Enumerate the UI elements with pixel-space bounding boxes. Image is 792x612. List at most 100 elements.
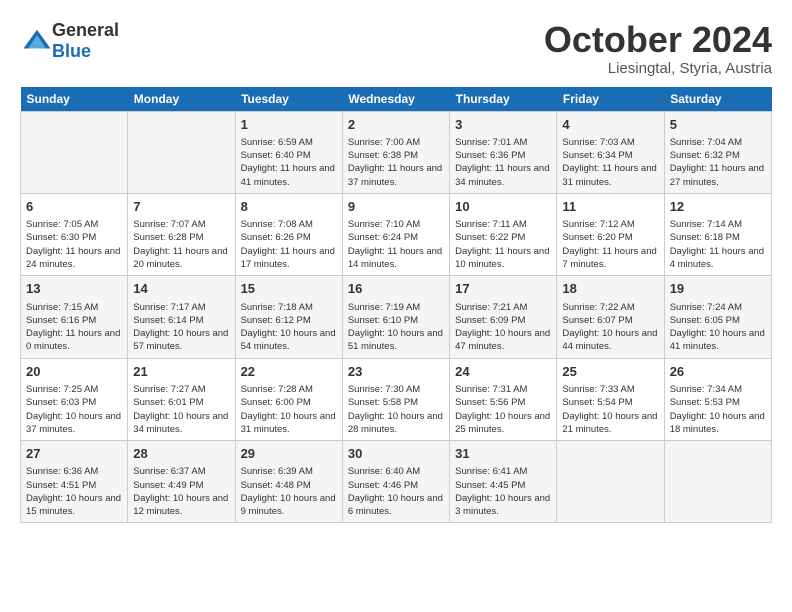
day-info: Sunrise: 7:01 AM Sunset: 6:36 PM Dayligh… — [455, 136, 551, 189]
weekday-header-row: SundayMondayTuesdayWednesdayThursdayFrid… — [21, 87, 772, 112]
calendar-subtitle: Liesingtal, Styria, Austria — [544, 60, 772, 77]
calendar-cell: 16 Sunrise: 7:19 AM Sunset: 6:10 PM Dayli… — [342, 276, 449, 358]
day-number: 17 — [455, 280, 551, 298]
day-info: Sunrise: 7:21 AM Sunset: 6:09 PM Dayligh… — [455, 301, 551, 354]
day-number: 13 — [26, 280, 122, 298]
day-info: Sunrise: 7:07 AM Sunset: 6:28 PM Dayligh… — [133, 218, 229, 271]
day-info: Sunrise: 7:05 AM Sunset: 6:30 PM Dayligh… — [26, 218, 122, 271]
logo-blue: Blue — [52, 41, 91, 61]
calendar-cell: 28 Sunrise: 6:37 AM Sunset: 4:49 PM Dayli… — [128, 441, 235, 523]
calendar-cell: 4 Sunrise: 7:03 AM Sunset: 6:34 PM Daylig… — [557, 111, 664, 193]
day-number: 9 — [348, 198, 444, 216]
calendar-cell: 9 Sunrise: 7:10 AM Sunset: 6:24 PM Daylig… — [342, 193, 449, 275]
day-number: 25 — [562, 363, 658, 381]
weekday-header: Saturday — [664, 87, 771, 112]
calendar-cell: 21 Sunrise: 7:27 AM Sunset: 6:01 PM Dayli… — [128, 358, 235, 440]
day-number: 26 — [670, 363, 766, 381]
calendar-cell: 3Sunrise: 7:01 AM Sunset: 6:36 PM Daylig… — [450, 111, 557, 193]
day-number: 6 — [26, 198, 122, 216]
calendar-cell: 14 Sunrise: 7:17 AM Sunset: 6:14 PM Dayli… — [128, 276, 235, 358]
logo-general: General — [52, 20, 119, 40]
day-number: 22 — [241, 363, 337, 381]
day-info: Sunrise: 7:12 AM Sunset: 6:20 PM Dayligh… — [562, 218, 658, 271]
day-number: 1 — [241, 116, 337, 134]
calendar-cell: 23Sunrise: 7:30 AM Sunset: 5:58 PM Dayli… — [342, 358, 449, 440]
day-number: 16 — [348, 280, 444, 298]
calendar-week-row: 1 Sunrise: 6:59 AM Sunset: 6:40 PM Daylig… — [21, 111, 772, 193]
calendar-week-row: 27 Sunrise: 6:36 AM Sunset: 4:51 PM Dayli… — [21, 441, 772, 523]
logo: General Blue — [20, 20, 119, 62]
day-info: Sunrise: 7:22 AM Sunset: 6:07 PM Dayligh… — [562, 301, 658, 354]
calendar-cell: 2Sunrise: 7:00 AM Sunset: 6:38 PM Daylig… — [342, 111, 449, 193]
day-info: Sunrise: 6:59 AM Sunset: 6:40 PM Dayligh… — [241, 136, 337, 189]
calendar-cell: 20Sunrise: 7:25 AM Sunset: 6:03 PM Dayli… — [21, 358, 128, 440]
calendar-week-row: 6 Sunrise: 7:05 AM Sunset: 6:30 PM Daylig… — [21, 193, 772, 275]
day-number: 21 — [133, 363, 229, 381]
weekday-header: Sunday — [21, 87, 128, 112]
day-number: 24 — [455, 363, 551, 381]
calendar-cell: 8 Sunrise: 7:08 AM Sunset: 6:26 PM Daylig… — [235, 193, 342, 275]
day-info: Sunrise: 7:33 AM Sunset: 5:54 PM Dayligh… — [562, 383, 658, 436]
day-info: Sunrise: 7:10 AM Sunset: 6:24 PM Dayligh… — [348, 218, 444, 271]
day-number: 11 — [562, 198, 658, 216]
day-number: 8 — [241, 198, 337, 216]
calendar-cell: 12Sunrise: 7:14 AM Sunset: 6:18 PM Dayli… — [664, 193, 771, 275]
day-number: 12 — [670, 198, 766, 216]
day-number: 31 — [455, 445, 551, 463]
day-number: 29 — [241, 445, 337, 463]
day-info: Sunrise: 6:41 AM Sunset: 4:45 PM Dayligh… — [455, 465, 551, 518]
day-info: Sunrise: 6:39 AM Sunset: 4:48 PM Dayligh… — [241, 465, 337, 518]
calendar-cell: 31 Sunrise: 6:41 AM Sunset: 4:45 PM Dayli… — [450, 441, 557, 523]
page-header: General Blue October 2024 Liesingtal, St… — [20, 20, 772, 77]
calendar-week-row: 20Sunrise: 7:25 AM Sunset: 6:03 PM Dayli… — [21, 358, 772, 440]
weekday-header: Wednesday — [342, 87, 449, 112]
calendar-cell: 7Sunrise: 7:07 AM Sunset: 6:28 PM Daylig… — [128, 193, 235, 275]
calendar-cell: 17 Sunrise: 7:21 AM Sunset: 6:09 PM Dayli… — [450, 276, 557, 358]
day-number: 10 — [455, 198, 551, 216]
calendar-cell: 5Sunrise: 7:04 AM Sunset: 6:32 PM Daylig… — [664, 111, 771, 193]
day-info: Sunrise: 7:19 AM Sunset: 6:10 PM Dayligh… — [348, 301, 444, 354]
calendar-cell: 25 Sunrise: 7:33 AM Sunset: 5:54 PM Dayli… — [557, 358, 664, 440]
day-number: 14 — [133, 280, 229, 298]
day-number: 30 — [348, 445, 444, 463]
day-number: 2 — [348, 116, 444, 134]
calendar-cell — [128, 111, 235, 193]
weekday-header: Thursday — [450, 87, 557, 112]
day-number: 4 — [562, 116, 658, 134]
calendar-cell: 24Sunrise: 7:31 AM Sunset: 5:56 PM Dayli… — [450, 358, 557, 440]
calendar-cell: 19 Sunrise: 7:24 AM Sunset: 6:05 PM Dayli… — [664, 276, 771, 358]
calendar-cell: 13 Sunrise: 7:15 AM Sunset: 6:16 PM Dayli… — [21, 276, 128, 358]
calendar-cell — [557, 441, 664, 523]
calendar-week-row: 13 Sunrise: 7:15 AM Sunset: 6:16 PM Dayli… — [21, 276, 772, 358]
day-info: Sunrise: 7:30 AM Sunset: 5:58 PM Dayligh… — [348, 383, 444, 436]
calendar-cell: 27 Sunrise: 6:36 AM Sunset: 4:51 PM Dayli… — [21, 441, 128, 523]
day-info: Sunrise: 7:03 AM Sunset: 6:34 PM Dayligh… — [562, 136, 658, 189]
day-info: Sunrise: 7:17 AM Sunset: 6:14 PM Dayligh… — [133, 301, 229, 354]
day-info: Sunrise: 6:37 AM Sunset: 4:49 PM Dayligh… — [133, 465, 229, 518]
calendar-cell: 18 Sunrise: 7:22 AM Sunset: 6:07 PM Dayli… — [557, 276, 664, 358]
title-block: October 2024 Liesingtal, Styria, Austria — [544, 20, 772, 77]
day-info: Sunrise: 7:11 AM Sunset: 6:22 PM Dayligh… — [455, 218, 551, 271]
calendar-cell — [21, 111, 128, 193]
day-number: 18 — [562, 280, 658, 298]
calendar-cell: 6 Sunrise: 7:05 AM Sunset: 6:30 PM Daylig… — [21, 193, 128, 275]
calendar-title: October 2024 — [544, 20, 772, 60]
day-info: Sunrise: 6:36 AM Sunset: 4:51 PM Dayligh… — [26, 465, 122, 518]
day-info: Sunrise: 7:34 AM Sunset: 5:53 PM Dayligh… — [670, 383, 766, 436]
weekday-header: Friday — [557, 87, 664, 112]
day-info: Sunrise: 7:04 AM Sunset: 6:32 PM Dayligh… — [670, 136, 766, 189]
day-number: 27 — [26, 445, 122, 463]
day-info: Sunrise: 7:27 AM Sunset: 6:01 PM Dayligh… — [133, 383, 229, 436]
logo-icon — [22, 26, 52, 56]
day-info: Sunrise: 7:15 AM Sunset: 6:16 PM Dayligh… — [26, 301, 122, 354]
day-info: Sunrise: 7:24 AM Sunset: 6:05 PM Dayligh… — [670, 301, 766, 354]
calendar-cell: 22 Sunrise: 7:28 AM Sunset: 6:00 PM Dayli… — [235, 358, 342, 440]
day-number: 28 — [133, 445, 229, 463]
calendar-cell: 29 Sunrise: 6:39 AM Sunset: 4:48 PM Dayli… — [235, 441, 342, 523]
calendar-cell: 1 Sunrise: 6:59 AM Sunset: 6:40 PM Daylig… — [235, 111, 342, 193]
day-number: 19 — [670, 280, 766, 298]
day-info: Sunrise: 7:28 AM Sunset: 6:00 PM Dayligh… — [241, 383, 337, 436]
day-number: 20 — [26, 363, 122, 381]
day-info: Sunrise: 7:08 AM Sunset: 6:26 PM Dayligh… — [241, 218, 337, 271]
calendar-cell: 15Sunrise: 7:18 AM Sunset: 6:12 PM Dayli… — [235, 276, 342, 358]
